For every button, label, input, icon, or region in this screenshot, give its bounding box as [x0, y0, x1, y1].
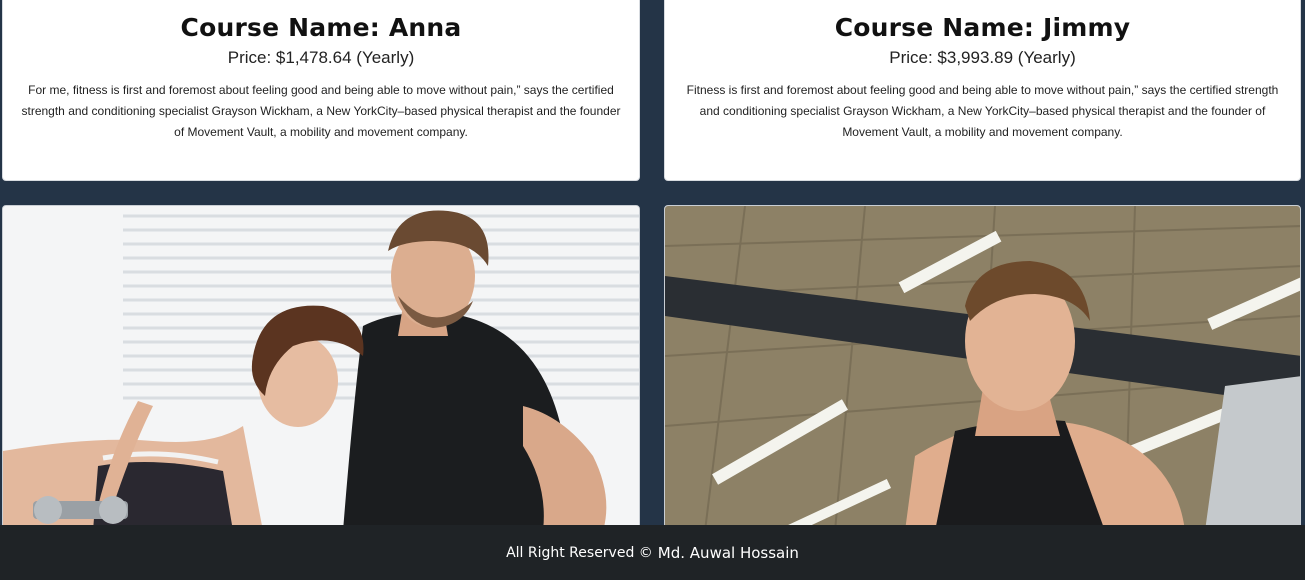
course-title: Course Name: Anna [180, 13, 462, 42]
trainer-photo-card [2, 205, 640, 530]
course-description: For me, fitness is first and foremost ab… [21, 83, 621, 139]
course-description: Fitness is first and foremost about feel… [686, 83, 1279, 139]
site-footer: All Right Reserved © Md. Auwal Hossain [0, 525, 1305, 580]
author-name: Md. Auwal Hossain [657, 543, 799, 562]
gym-photo-card [664, 205, 1301, 530]
course-card-anna: Course Name: Anna Price: $1,478.64 (Year… [2, 0, 640, 181]
course-price: Price: $1,478.64 (Yearly) [227, 48, 415, 67]
course-title: Course Name: Jimmy [834, 13, 1131, 42]
gym-photo [665, 206, 1300, 529]
course-grid: Course Name: Anna Price: $1,478.64 (Year… [0, 0, 1305, 530]
trainer-photo [3, 206, 639, 529]
course-price: Price: $3,993.89 (Yearly) [889, 48, 1076, 67]
course-card-jimmy: Course Name: Jimmy Price: $3,993.89 (Yea… [664, 0, 1301, 181]
copyright-text: All Right Reserved © [506, 544, 653, 561]
